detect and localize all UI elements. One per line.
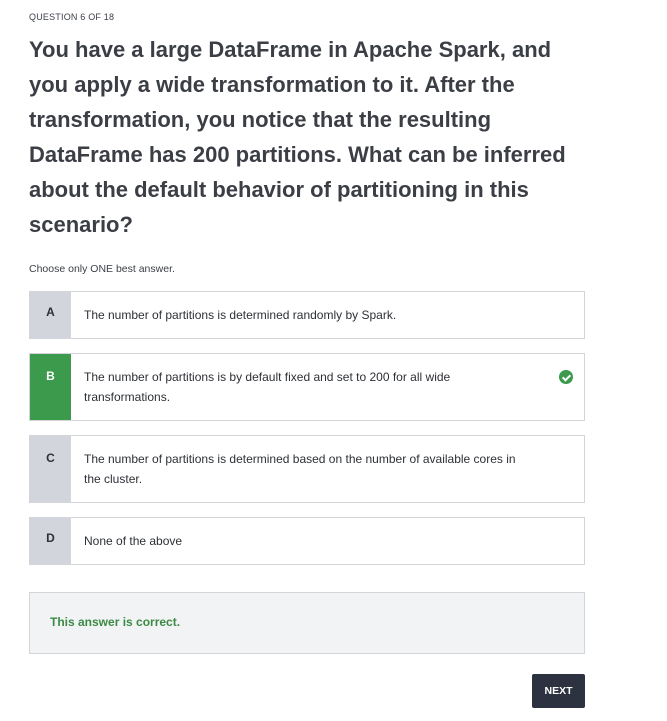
option-c[interactable]: C The number of partitions is determined… (29, 435, 585, 503)
option-a[interactable]: A The number of partitions is determined… (29, 291, 585, 339)
option-text: The number of partitions is determined r… (84, 308, 397, 322)
answer-options: A The number of partitions is determined… (29, 291, 585, 579)
option-text: The number of partitions is determined b… (84, 452, 516, 486)
question-text: You have a large DataFrame in Apache Spa… (29, 37, 566, 237)
option-letter: C (30, 436, 71, 502)
option-letter: A (30, 292, 71, 338)
question-progress: QUESTION 6 OF 18 (29, 12, 115, 22)
next-button[interactable]: NEXT (532, 674, 585, 708)
option-status (548, 354, 584, 420)
option-d[interactable]: D None of the above (29, 517, 585, 565)
result-feedback: This answer is correct. (29, 592, 585, 654)
check-circle-icon (559, 370, 573, 384)
answer-instruction: Choose only ONE best answer. (29, 263, 175, 275)
option-text: The number of partitions is by default f… (84, 370, 451, 404)
option-text: None of the above (84, 534, 183, 548)
option-b[interactable]: B The number of partitions is by default… (29, 353, 585, 421)
option-letter: D (30, 518, 71, 564)
option-letter: B (30, 354, 71, 420)
